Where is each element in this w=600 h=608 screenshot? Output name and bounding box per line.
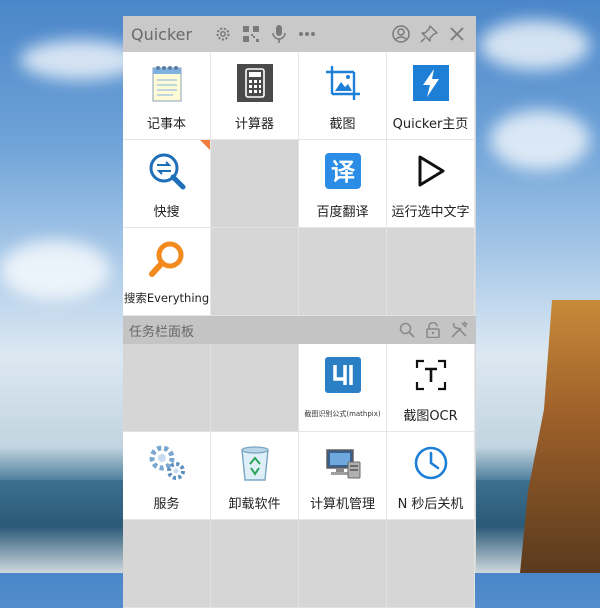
calculator-icon bbox=[235, 63, 275, 103]
action-everything-search[interactable]: 搜索Everything bbox=[123, 228, 211, 316]
empty-slot[interactable] bbox=[123, 520, 211, 608]
services-icon bbox=[147, 443, 187, 483]
action-baidu-translate[interactable]: 译 百度翻译 bbox=[299, 140, 387, 228]
microphone-icon[interactable] bbox=[268, 23, 290, 45]
action-screenshot[interactable]: 截图 bbox=[299, 52, 387, 140]
action-quick-search[interactable]: 快搜 bbox=[123, 140, 211, 228]
empty-slot[interactable] bbox=[211, 344, 299, 432]
action-label: 卸载软件 bbox=[228, 497, 281, 512]
empty-slot[interactable] bbox=[299, 520, 387, 608]
pin-icon[interactable] bbox=[418, 23, 440, 45]
action-mathpix[interactable]: 截图识别公式(mathpix) bbox=[299, 344, 387, 432]
action-label: 截图识别公式(mathpix) bbox=[304, 410, 381, 418]
empty-slot[interactable] bbox=[387, 520, 475, 608]
app-title: Quicker bbox=[131, 24, 193, 44]
action-services[interactable]: 服务 bbox=[123, 432, 211, 520]
lock-icon[interactable] bbox=[422, 319, 444, 341]
action-label: Quicker主页 bbox=[392, 117, 469, 132]
taskbar-panel-header: 任务栏面板 bbox=[123, 316, 476, 344]
empty-slot[interactable] bbox=[211, 140, 299, 228]
more-icon[interactable] bbox=[296, 23, 318, 45]
action-label: N 秒后关机 bbox=[397, 497, 464, 512]
action-label: 计算器 bbox=[234, 117, 274, 132]
computer-management-icon bbox=[323, 443, 363, 483]
recycle-bin-icon bbox=[235, 443, 275, 483]
action-label: 截图 bbox=[329, 117, 356, 132]
qr-code-icon[interactable] bbox=[240, 23, 262, 45]
action-label: 截图OCR bbox=[403, 409, 458, 424]
clock-icon bbox=[411, 443, 451, 483]
screenshot-icon bbox=[323, 63, 363, 103]
ocr-icon bbox=[411, 355, 451, 395]
search-icon[interactable] bbox=[396, 319, 418, 341]
main-action-grid: 记事本 计算器 截图 Quicker主页 快搜 译 百度翻译 运行选中文字 搜索… bbox=[123, 52, 476, 316]
empty-slot[interactable] bbox=[387, 228, 475, 316]
translate-icon: 译 bbox=[323, 151, 363, 191]
action-label: 百度翻译 bbox=[316, 205, 369, 220]
action-label: 搜索Everything bbox=[123, 291, 210, 305]
action-calculator[interactable]: 计算器 bbox=[211, 52, 299, 140]
mathpix-icon bbox=[323, 355, 363, 395]
action-label: 记事本 bbox=[146, 117, 186, 132]
empty-slot[interactable] bbox=[123, 344, 211, 432]
quick-search-icon bbox=[147, 151, 187, 191]
corner-badge bbox=[200, 140, 210, 150]
play-icon bbox=[411, 151, 451, 191]
action-uninstall[interactable]: 卸载软件 bbox=[211, 432, 299, 520]
action-ocr[interactable]: 截图OCR bbox=[387, 344, 475, 432]
action-quicker-home[interactable]: Quicker主页 bbox=[387, 52, 475, 140]
user-icon[interactable] bbox=[390, 23, 412, 45]
action-label: 计算机管理 bbox=[309, 497, 375, 512]
action-label: 快搜 bbox=[153, 205, 180, 220]
title-bar: Quicker bbox=[123, 16, 476, 52]
action-label: 运行选中文字 bbox=[391, 205, 470, 220]
lightning-icon bbox=[411, 63, 451, 103]
close-icon[interactable] bbox=[446, 23, 468, 45]
action-computer-management[interactable]: 计算机管理 bbox=[299, 432, 387, 520]
section-title: 任务栏面板 bbox=[129, 324, 195, 340]
notepad-icon bbox=[147, 63, 187, 103]
taskbar-action-grid: 截图识别公式(mathpix) 截图OCR 服务 卸载软件 计算机管理 N 秒后… bbox=[123, 344, 476, 608]
empty-slot[interactable] bbox=[299, 228, 387, 316]
gear-icon[interactable] bbox=[212, 23, 234, 45]
quicker-panel: Quicker 记事本 计算器 截图 Quicker主页 快搜 译 百度翻译 运… bbox=[123, 16, 476, 608]
svg-text:译: 译 bbox=[331, 158, 356, 186]
action-shutdown-timer[interactable]: N 秒后关机 bbox=[387, 432, 475, 520]
tools-icon[interactable] bbox=[448, 319, 470, 341]
action-label: 服务 bbox=[153, 497, 180, 512]
action-run-selected-text[interactable]: 运行选中文字 bbox=[387, 140, 475, 228]
everything-search-icon bbox=[147, 239, 187, 279]
empty-slot[interactable] bbox=[211, 520, 299, 608]
action-notepad[interactable]: 记事本 bbox=[123, 52, 211, 140]
empty-slot[interactable] bbox=[211, 228, 299, 316]
